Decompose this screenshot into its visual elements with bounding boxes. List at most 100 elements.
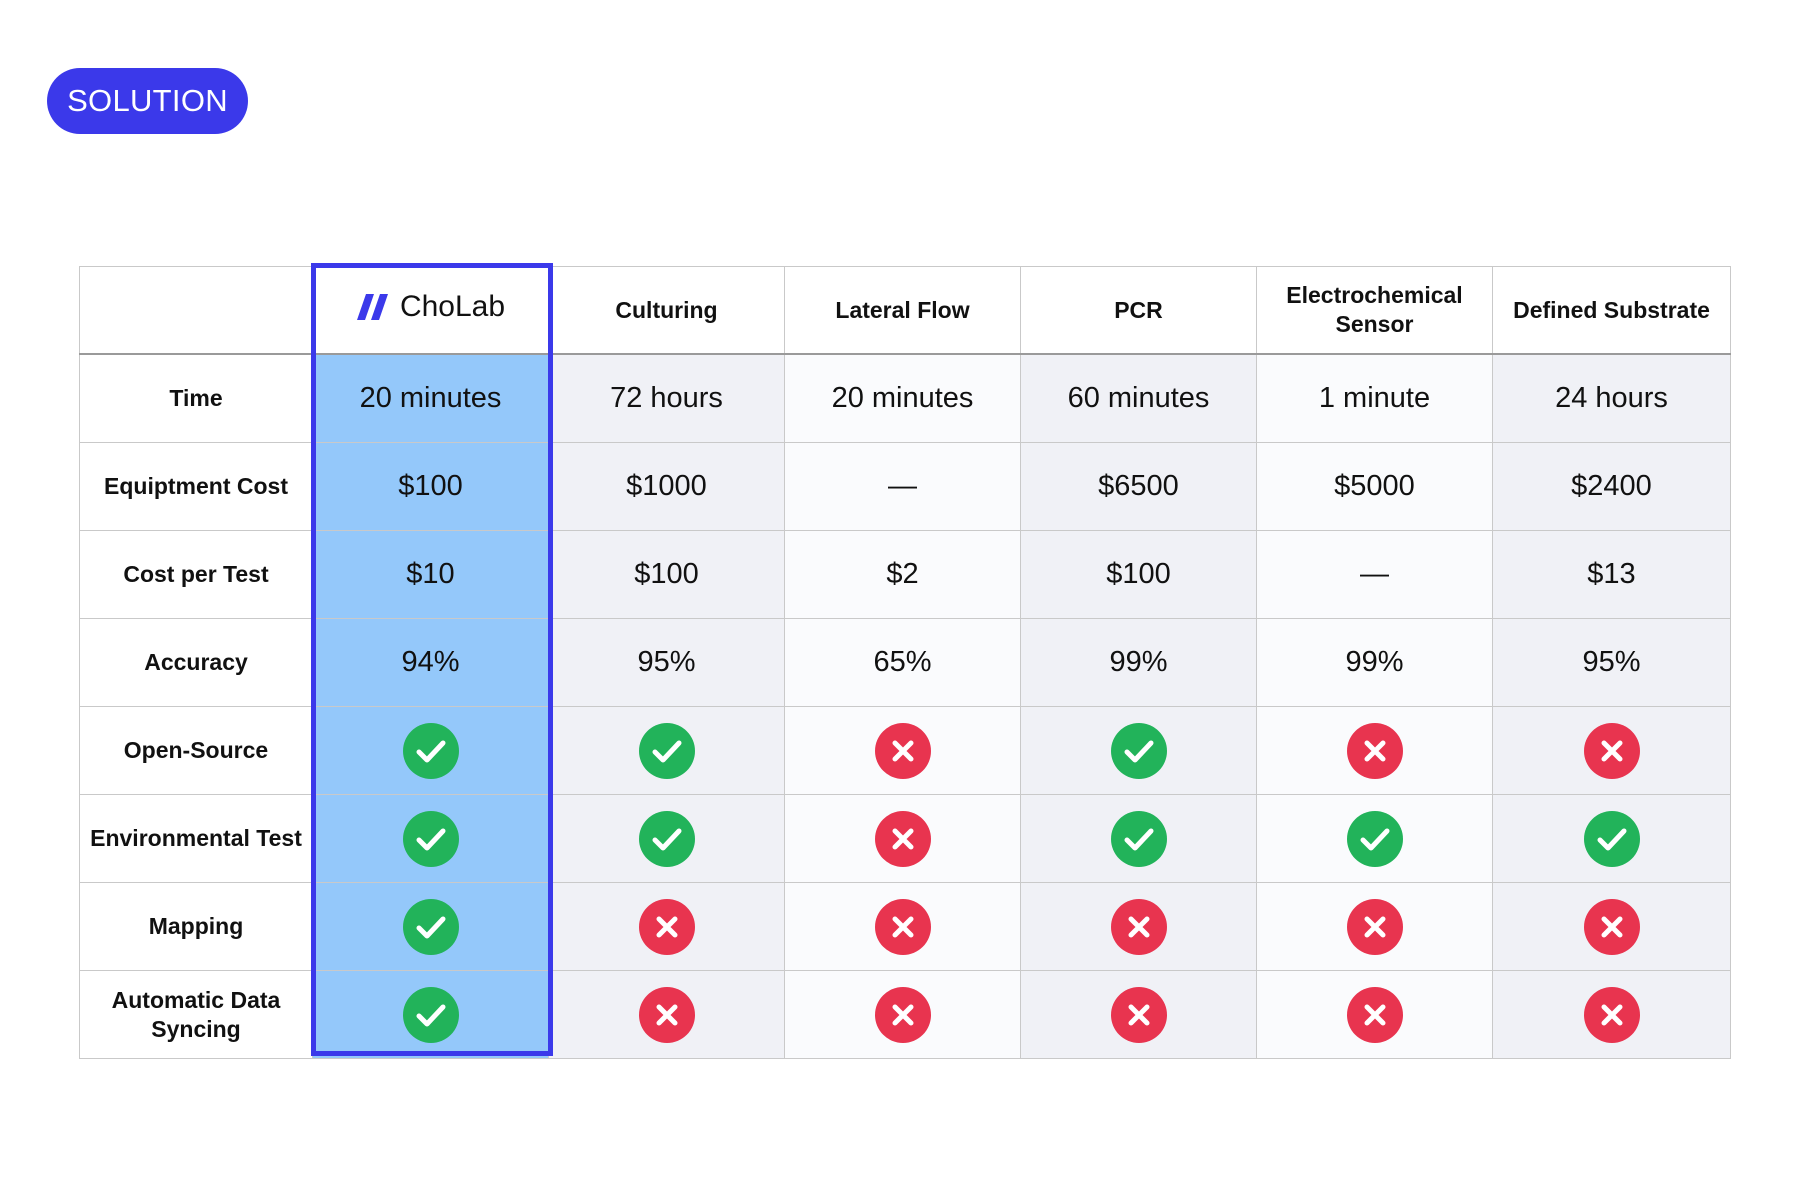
table-cell bbox=[548, 882, 785, 971]
row-label: Mapping bbox=[79, 882, 313, 971]
table-row: Environmental Test bbox=[79, 794, 1731, 883]
table-cell bbox=[548, 970, 785, 1059]
table-row: Open-Source bbox=[79, 706, 1731, 795]
table-cell: 95% bbox=[548, 618, 785, 707]
cross-icon bbox=[874, 898, 931, 955]
table-cell: $2 bbox=[784, 530, 1021, 619]
table-header-row: ChoLab Culturing Lateral Flow PCR Electroche… bbox=[79, 266, 1731, 355]
check-icon bbox=[638, 810, 695, 867]
check-icon bbox=[402, 810, 459, 867]
cross-icon bbox=[1583, 722, 1640, 779]
cross-icon bbox=[1346, 898, 1403, 955]
table-body: Time 20 minutes 72 hours 20 minutes 60 minut… bbox=[79, 353, 1731, 1059]
table-cell bbox=[1256, 882, 1493, 971]
table-cell bbox=[1492, 882, 1731, 971]
table-cell bbox=[1256, 970, 1493, 1059]
table-cell: $5000 bbox=[1256, 442, 1493, 531]
cross-icon bbox=[1110, 986, 1167, 1043]
table-cell bbox=[1020, 794, 1257, 883]
column-header: Culturing bbox=[548, 266, 785, 355]
row-label: Cost per Test bbox=[79, 530, 313, 619]
check-icon bbox=[402, 722, 459, 779]
table-row: Accuracy 94% 95% 65% 99% 99% 95% bbox=[79, 618, 1731, 707]
table-cell: $100 bbox=[312, 442, 549, 531]
cross-icon bbox=[638, 986, 695, 1043]
check-icon bbox=[1110, 722, 1167, 779]
table-cell: 60 minutes bbox=[1020, 353, 1257, 443]
table-row: Automatic Data Syncing bbox=[79, 970, 1731, 1059]
table-row: Time 20 minutes 72 hours 20 minutes 60 minut… bbox=[79, 353, 1731, 443]
table-cell bbox=[1020, 882, 1257, 971]
table-cell: $13 bbox=[1492, 530, 1731, 619]
cross-icon bbox=[1346, 986, 1403, 1043]
cholab-logo-icon bbox=[356, 293, 388, 320]
table-cell bbox=[312, 970, 549, 1059]
table-cell bbox=[1256, 794, 1493, 883]
cross-icon bbox=[1583, 898, 1640, 955]
table-cell: 95% bbox=[1492, 618, 1731, 707]
table-cell: 72 hours bbox=[548, 353, 785, 443]
column-header: Lateral Flow bbox=[784, 266, 1021, 355]
cholab-logo-text: ChoLab bbox=[399, 290, 506, 323]
table-cell bbox=[1256, 706, 1493, 795]
table-cell: $2400 bbox=[1492, 442, 1731, 531]
check-icon bbox=[402, 986, 459, 1043]
table-cell: $6500 bbox=[1020, 442, 1257, 531]
column-header-cholab: ChoLab bbox=[312, 266, 549, 355]
table-row: Cost per Test $10 $100 $2 $100— $13 bbox=[79, 530, 1731, 619]
check-icon bbox=[402, 898, 459, 955]
table-cell bbox=[312, 706, 549, 795]
table-cell: 20 minutes bbox=[784, 353, 1021, 443]
comparison-table-container: ChoLab Culturing Lateral Flow PCR Electroche… bbox=[79, 266, 1731, 1059]
cross-icon bbox=[1583, 986, 1640, 1043]
table-cell bbox=[312, 882, 549, 971]
row-label: Open-Source bbox=[79, 706, 313, 795]
cross-icon bbox=[1346, 722, 1403, 779]
table-cell bbox=[312, 794, 549, 883]
table-cell bbox=[548, 706, 785, 795]
table-cell: — bbox=[1256, 530, 1493, 619]
column-header: PCR bbox=[1020, 266, 1257, 355]
table-cell bbox=[548, 794, 785, 883]
table-cell bbox=[1492, 706, 1731, 795]
table-cell bbox=[784, 706, 1021, 795]
column-header: Electrochemical Sensor bbox=[1256, 266, 1493, 355]
check-icon bbox=[1346, 810, 1403, 867]
table-cell: $1000 bbox=[548, 442, 785, 531]
row-label: Time bbox=[79, 353, 313, 443]
table-cell bbox=[784, 794, 1021, 883]
table-cell: 99% bbox=[1020, 618, 1257, 707]
table-row: Mapping bbox=[79, 882, 1731, 971]
table-row: Equiptment Cost $100 $1000— $6500 $5000 $2400 bbox=[79, 442, 1731, 531]
table-cell: 1 minute bbox=[1256, 353, 1493, 443]
table-cell bbox=[784, 882, 1021, 971]
table-cell: $100 bbox=[548, 530, 785, 619]
check-icon bbox=[638, 722, 695, 779]
table-cell: — bbox=[784, 442, 1021, 531]
table-cell bbox=[1492, 970, 1731, 1059]
cross-icon bbox=[874, 986, 931, 1043]
table-cell bbox=[784, 970, 1021, 1059]
table-cell: 24 hours bbox=[1492, 353, 1731, 443]
check-icon bbox=[1110, 810, 1167, 867]
check-icon bbox=[1583, 810, 1640, 867]
table-cell: 20 minutes bbox=[312, 353, 549, 443]
cross-icon bbox=[638, 898, 695, 955]
table-cell bbox=[1020, 706, 1257, 795]
table-cell: $10 bbox=[312, 530, 549, 619]
table-cell: 94% bbox=[312, 618, 549, 707]
table-cell: 65% bbox=[784, 618, 1021, 707]
cross-icon bbox=[874, 722, 931, 779]
header-corner-cell bbox=[79, 266, 313, 355]
table-cell bbox=[1020, 970, 1257, 1059]
cholab-logo: ChoLab bbox=[356, 292, 505, 322]
table-cell: 99% bbox=[1256, 618, 1493, 707]
row-label: Environmental Test bbox=[79, 794, 313, 883]
table-cell bbox=[1492, 794, 1731, 883]
row-label: Accuracy bbox=[79, 618, 313, 707]
comparison-table: ChoLab Culturing Lateral Flow PCR Electroche… bbox=[79, 266, 1731, 1059]
cross-icon bbox=[874, 810, 931, 867]
solution-badge: SOLUTION bbox=[47, 68, 248, 134]
row-label: Automatic Data Syncing bbox=[79, 970, 313, 1059]
column-header: Defined Substrate bbox=[1492, 266, 1731, 355]
